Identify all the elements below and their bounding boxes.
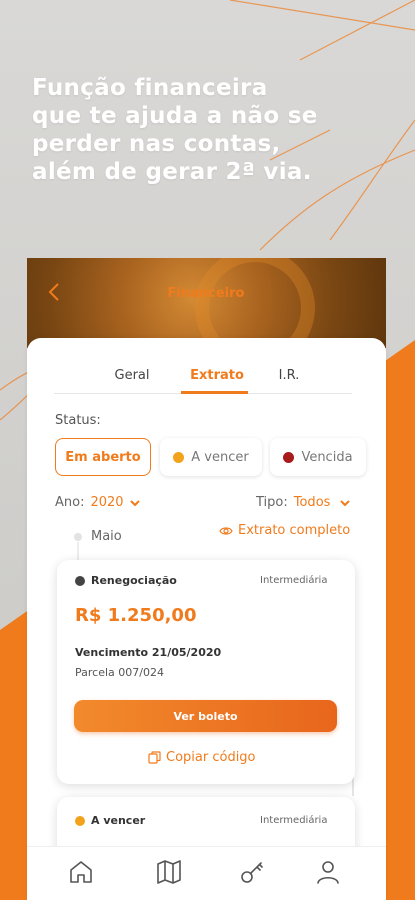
bill-type: Renegociação bbox=[75, 574, 177, 587]
bill-type-label: Renegociação bbox=[91, 574, 177, 587]
bill-amount: R$ 1.250,00 bbox=[75, 605, 197, 626]
tab-extrato[interactable]: Extrato bbox=[186, 368, 248, 383]
year-value: 2020 bbox=[90, 495, 124, 510]
status-chip-a-vencer[interactable]: A vencer bbox=[160, 438, 262, 476]
header-banner bbox=[27, 258, 386, 348]
chevron-down-icon bbox=[129, 499, 140, 506]
chevron-left-icon bbox=[48, 283, 59, 301]
extrato-completo-link[interactable]: Extrato completo bbox=[219, 523, 350, 538]
red-dot-icon bbox=[283, 451, 295, 463]
back-button[interactable] bbox=[47, 282, 69, 306]
bill-due-date: Vencimento 21/05/2020 bbox=[75, 646, 222, 659]
copy-code-label: Copiar código bbox=[166, 750, 256, 765]
timeline-line bbox=[77, 542, 79, 562]
home-icon[interactable] bbox=[67, 858, 95, 886]
map-icon[interactable] bbox=[155, 858, 183, 886]
year-label: Ano: bbox=[55, 495, 85, 510]
eye-icon bbox=[219, 526, 233, 535]
status-label: Status: bbox=[55, 413, 101, 428]
bill-type: A vencer bbox=[75, 814, 145, 827]
timeline-dot bbox=[74, 533, 82, 541]
copy-icon bbox=[148, 751, 161, 764]
bill-type-label: A vencer bbox=[91, 814, 146, 827]
dark-dot-icon bbox=[75, 575, 85, 586]
status-chip-vencida[interactable]: Vencida bbox=[270, 438, 366, 476]
bill-parcel: Parcela 007/024 bbox=[75, 666, 164, 679]
month-label: Maio bbox=[91, 529, 122, 544]
page-title: Financeiro bbox=[167, 286, 245, 301]
bill-tag: Intermediária bbox=[260, 815, 328, 826]
headline-line: Função financeira bbox=[32, 75, 268, 101]
copy-code-link[interactable]: Copiar código bbox=[148, 750, 256, 765]
type-filter[interactable]: Tipo: Todos bbox=[256, 495, 351, 510]
tab-ir[interactable]: I.R. bbox=[276, 368, 302, 383]
headline-line: perder nas contas, bbox=[32, 131, 281, 157]
headline-line: além de gerar 2ª via. bbox=[32, 159, 312, 185]
yellow-dot-icon bbox=[173, 451, 185, 463]
active-tab-indicator bbox=[181, 391, 248, 394]
headline-line: que te ajuda a não se bbox=[32, 103, 318, 129]
ver-boleto-button[interactable]: Ver boleto bbox=[74, 700, 337, 732]
type-label: Tipo: bbox=[256, 495, 288, 510]
year-filter[interactable]: Ano: 2020 bbox=[55, 495, 140, 510]
extrato-link-label: Extrato completo bbox=[238, 523, 351, 538]
chip-label: Em aberto bbox=[65, 449, 141, 465]
key-icon[interactable] bbox=[238, 858, 266, 886]
user-icon[interactable] bbox=[314, 858, 342, 886]
tab-bar: Geral Extrato I.R. bbox=[54, 360, 352, 394]
status-chip-em-aberto[interactable]: Em aberto bbox=[55, 438, 151, 476]
tab-geral[interactable]: Geral bbox=[114, 368, 150, 383]
chevron-down-icon bbox=[340, 499, 351, 506]
headline: Função financeira que te ajuda a não se … bbox=[32, 74, 392, 186]
header-decoration bbox=[195, 258, 315, 348]
yellow-dot-icon bbox=[75, 815, 85, 826]
chip-label: A vencer bbox=[191, 449, 249, 465]
bill-tag: Intermediária bbox=[260, 575, 328, 586]
chip-label: Vencida bbox=[301, 449, 353, 465]
type-value: Todos bbox=[293, 495, 331, 510]
